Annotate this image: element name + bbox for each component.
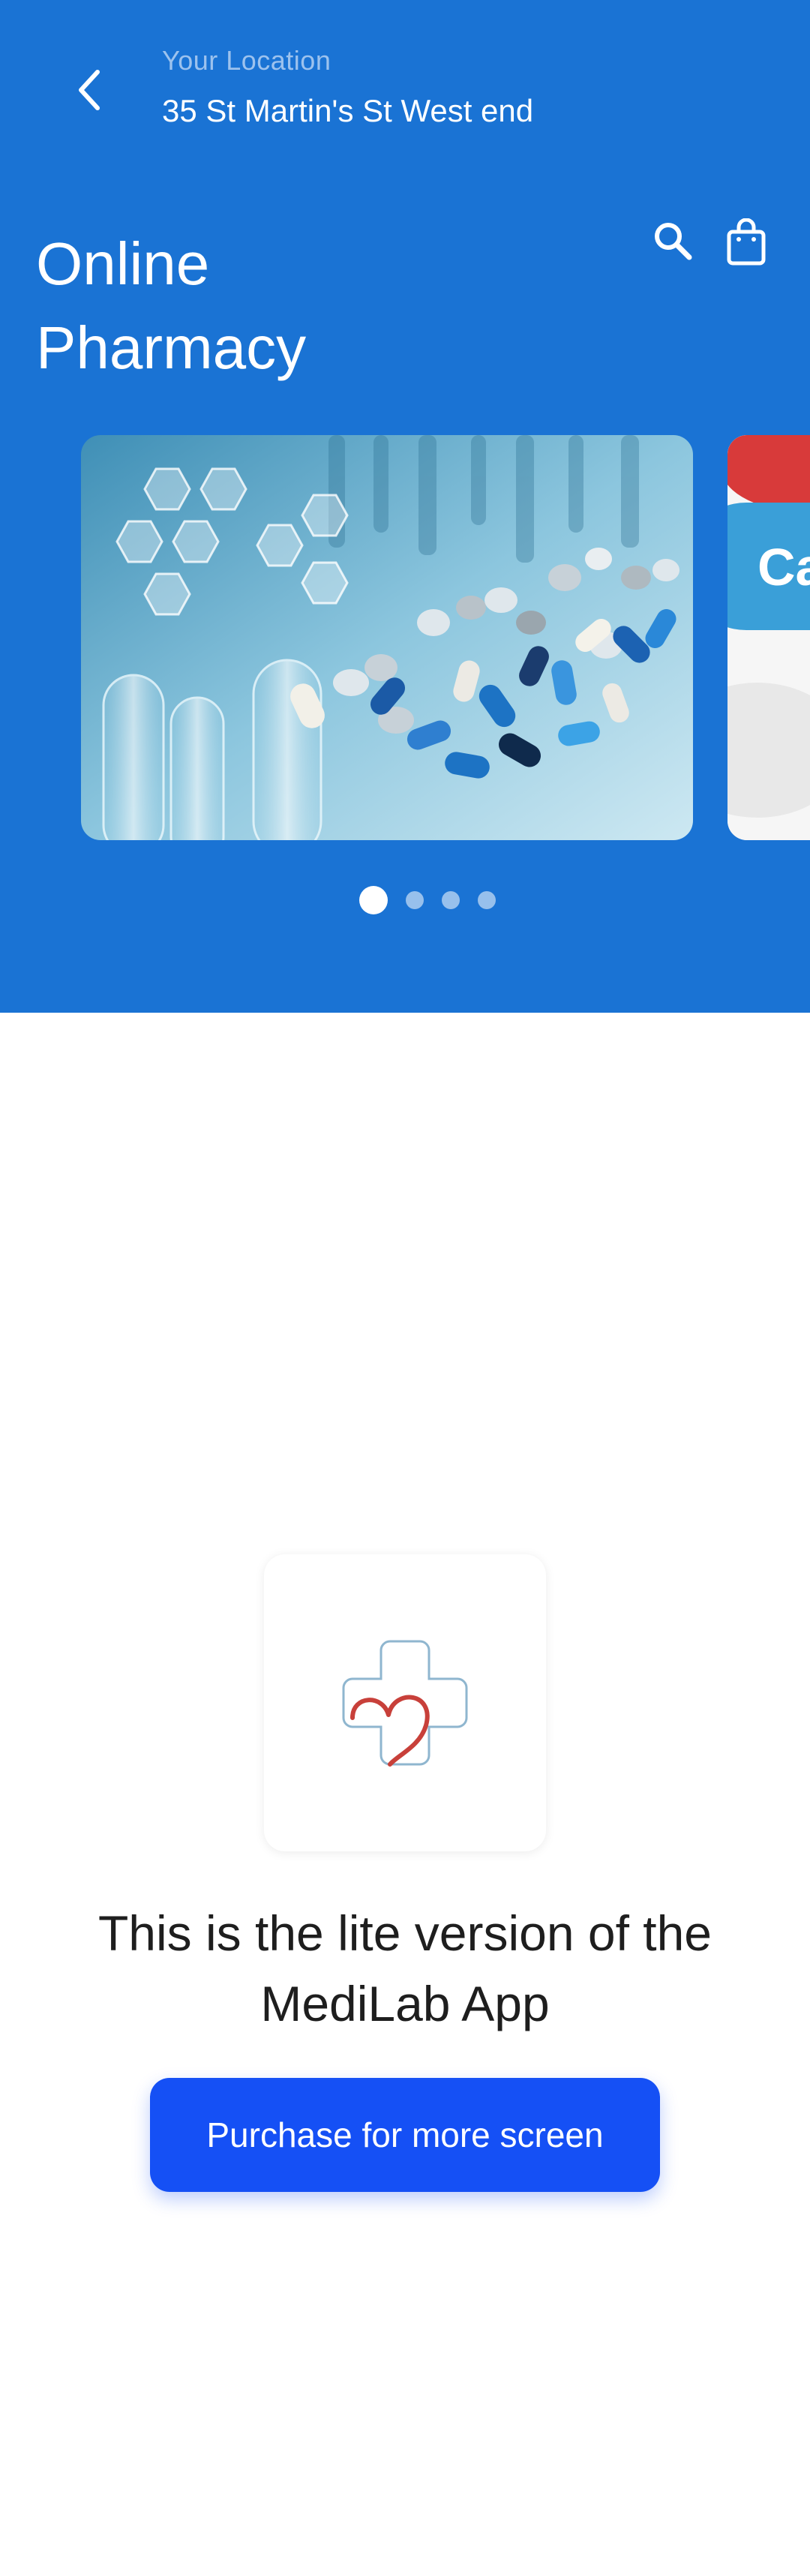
capsule-label-text: Ca: [758, 538, 810, 596]
pills-lab-image: [81, 435, 693, 840]
lite-version-message: This is the lite version of the MediLab …: [98, 1905, 712, 2031]
carousel-dot[interactable]: [478, 891, 496, 909]
location-value[interactable]: 35 St Martin's St West end: [162, 93, 533, 129]
banner-carousel[interactable]: Ca: [0, 435, 810, 840]
carousel-slide-pills[interactable]: [81, 435, 693, 840]
location-label: Your Location: [162, 45, 332, 76]
back-button[interactable]: [60, 60, 120, 120]
search-button[interactable]: [646, 215, 699, 267]
search-icon: [655, 223, 692, 260]
shopping-bag-icon: [727, 218, 766, 266]
carousel-dots: [0, 885, 810, 915]
carousel-dot[interactable]: [442, 891, 460, 909]
cart-button[interactable]: [720, 215, 772, 270]
chevron-left-icon: [79, 70, 100, 110]
carousel-dot[interactable]: [406, 891, 424, 909]
carousel-dot-active[interactable]: [359, 886, 388, 914]
header: Your Location 35 St Martin's St West end…: [0, 0, 810, 1013]
medical-cross-heart-logo: [342, 1640, 468, 1767]
page-title: Online Pharmacy: [36, 230, 307, 381]
capsule-closeup-image: Ca: [728, 435, 810, 840]
carousel-slide-capsule[interactable]: Ca: [728, 435, 810, 840]
medilab-logo-card: [264, 1554, 546, 1851]
purchase-button[interactable]: Purchase for more screen: [150, 2078, 660, 2192]
